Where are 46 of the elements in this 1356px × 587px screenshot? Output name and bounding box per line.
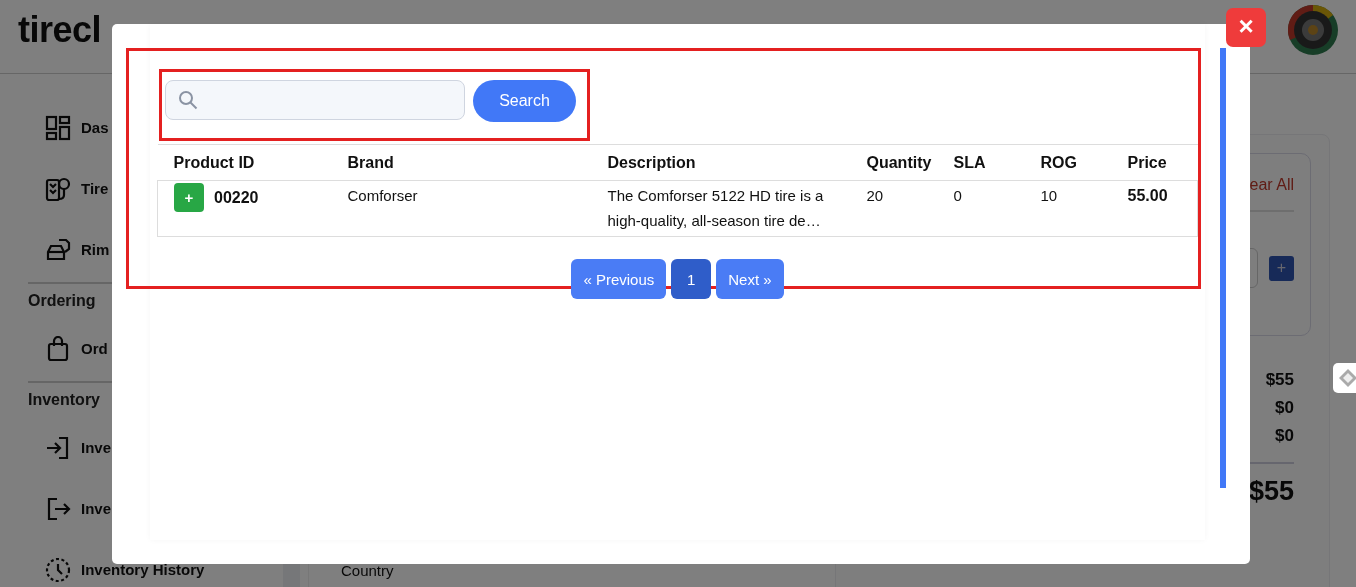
column-header: Brand [331,144,592,181]
table-cell: 0 [953,187,962,204]
column-header: SLA [937,144,1025,181]
page-button[interactable]: 1 [671,259,712,299]
table-cell: 20 [866,187,884,204]
product-id: 00220 [214,188,259,208]
search-icon [178,90,198,110]
section-heading: Inventory [27,390,101,410]
dashboard-icon[interactable] [45,114,71,141]
table-cell: Comforser [347,187,418,204]
clock-icon[interactable] [45,556,71,583]
total-amount: $55 [1248,476,1294,507]
diamond-icon [1338,368,1356,388]
sidebar-item[interactable]: Tire [81,180,109,197]
search-button[interactable]: Search [473,80,576,122]
table-cell-text: The Comforser 5122 HD tire is a high-quality, all-season tire de… [607,186,825,231]
field-label: Country [341,562,394,579]
avatar [1288,4,1338,55]
previous-button[interactable]: « Previous [571,259,667,299]
sidebar-item[interactable]: Ord [81,340,108,357]
table-cell: 55.00 [1127,187,1168,204]
column-header: Description [591,144,851,181]
search-field[interactable] [165,80,465,120]
scrollbar[interactable] [1220,48,1226,488]
sidebar-item[interactable]: Inventory History [81,561,205,578]
column-header: ROG [1024,144,1112,181]
amount-text: $0 [1275,426,1294,446]
sidebar-item[interactable]: Inve [81,439,111,456]
table-cell: 10 [1040,187,1058,204]
section-heading: Ordering [27,291,97,311]
sidebar-item[interactable]: Rim [81,241,110,258]
login-icon[interactable] [45,434,71,461]
add-button[interactable]: + [174,183,204,212]
logo: tirecl [18,8,102,51]
logout-icon[interactable] [45,495,71,522]
sidebar-item[interactable]: Das [81,119,109,136]
close-button[interactable]: × [1226,8,1266,47]
bag-icon[interactable] [45,335,71,362]
amount-text: $0 [1275,398,1294,418]
amount-text: $55 [1265,370,1294,390]
column-header: Product ID [157,144,332,181]
next-button[interactable]: Next » [716,259,784,299]
column-header: Quantity [850,144,938,181]
sidebar-item[interactable]: Inve [81,500,111,517]
clear-link[interactable]: ear All [1249,176,1294,194]
tire-icon[interactable] [45,175,71,202]
